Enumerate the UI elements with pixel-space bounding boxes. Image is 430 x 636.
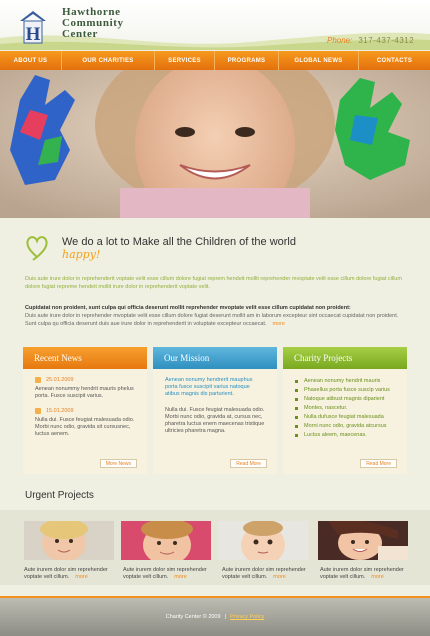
bullet-icon [295,434,298,437]
our-mission-box: Our Mission Aenean nonumy hendrerit maup… [153,347,277,474]
logo-line-3: Center [62,28,98,40]
charity-project-item[interactable]: Phasellus porta fusce suscip varius [295,386,395,395]
urgent-project-thumb[interactable] [318,521,408,560]
urgent-caption-text: Aute irurem dolor sim reprehender voptat… [320,567,404,580]
charity-project-item[interactable]: Natoque atibust magnis diparient [295,395,395,404]
news-text: Nulla dui. Fusce feugiat malesuada odio.… [35,417,135,437]
intro-strong-text: Cupidatat non proident, sunt culpa qui o… [25,305,351,311]
charity-project-label: Morni nunc odio, gravida atcursus [304,423,387,429]
hero-image [0,70,430,218]
urgent-project-caption: Aute irurem dolor sim reprehender voptat… [123,567,218,581]
charity-project-label: Natoque atibust magnis diparient [304,396,385,402]
svg-text:H: H [26,24,41,44]
urgent-project-caption: Aute irurem dolor sim reprehender voptat… [24,567,119,581]
phone-label: Phone: [327,36,353,45]
our-mission-title: Our Mission [153,347,277,369]
urgent-project-caption: Aute irurem dolor sim reprehender voptat… [320,567,415,581]
charity-project-item[interactable]: Luctus aleem, maecenas. [295,431,395,440]
urgent-more-link[interactable]: more [273,574,286,580]
news-item: 15.01.2009 Nulla dui. Fusce feugiat male… [35,408,135,438]
bullet-icon [295,425,298,428]
bullet-icon [295,416,298,419]
date-icon [35,408,41,414]
urgent-more-link[interactable]: more [75,574,88,580]
phone-number: 317-437-4312 [358,36,415,45]
bullet-icon [295,389,298,392]
urgent-caption-text: Aute irurem dolor sim reprehender voptat… [123,567,207,580]
nav-contacts[interactable]: CONTACTS [359,51,430,70]
charity-project-label: Montes, nascetur. [304,405,348,411]
bullet-icon [295,407,298,410]
charity-project-label: Nulla dufusce feugiat malesuada [304,414,384,420]
intro-paragraph-1: Duis aute irure dolor in reprehenderit v… [25,276,402,290]
nav-services[interactable]: SERVICES [155,51,215,70]
urgent-more-link[interactable]: more [371,574,384,580]
our-mission-body: Aenean nonumy hendrerit mauphus porta fu… [153,369,277,474]
recent-news-title: Recent News [23,347,147,369]
nav-our-charities[interactable]: OUR CHARITIES [62,51,155,70]
child-painted-hands-photo [0,70,430,218]
news-date-row[interactable]: 15.01.2009 [35,408,135,414]
mission-lead-link[interactable]: Aenean nonumy hendrerit mauphus porta fu… [165,377,265,398]
news-text: Aenean nonummy hendrit mauris phelus por… [35,386,134,399]
urgent-more-link[interactable]: more [174,574,187,580]
urgent-project-caption: Aute irurem dolor sim reprehender voptat… [222,567,317,581]
intro-heading: We do a lot to Make all the Children of … [62,236,296,248]
mission-read-more-button[interactable]: Read More [230,459,267,468]
news-date-row[interactable]: 25.01.2009 [35,377,135,383]
urgent-project-thumb[interactable] [24,521,114,560]
urgent-caption-text: Aute irurem dolor sim reprehender voptat… [222,567,306,580]
copyright-text: Charity Center © 2009 [165,614,221,620]
nav-about-us[interactable]: ABOUT US [0,51,62,70]
news-date: 25.01.2009 [46,377,74,383]
site-logo-text[interactable]: Hawthorne Community Center [62,7,124,40]
intro-paragraph-2: Duis aute irure dolor in reprehender mvo… [25,312,405,328]
date-icon [35,377,41,383]
bullet-icon [295,398,298,401]
phone-info: Phone: 317-437-4312 [327,36,414,45]
urgent-project-thumb[interactable] [121,521,211,560]
heart-icon [26,236,48,261]
charity-projects-title: Charity Projects [283,347,407,369]
intro-more-link[interactable]: more [272,321,285,327]
charity-project-item[interactable]: Aenean nonumy hendrit mauris [295,377,395,386]
footer-text: Charity Center © 2009 | Privacy Policy [0,614,430,620]
charity-read-more-button[interactable]: Read More [360,459,397,468]
bullet-icon [295,380,298,383]
footer-separator: | [224,614,226,620]
recent-news-body: 25.01.2009 Aenean nonummy hendrit mauris… [23,369,147,474]
more-news-button[interactable]: More News [99,459,137,468]
recent-news-box: Recent News 25.01.2009 Aenean nonummy he… [23,347,147,474]
charity-project-item[interactable]: Nulla dufusce feugiat malesuada [295,413,395,422]
privacy-policy-link[interactable]: Privacy Policy [230,614,264,620]
intro-heading-accent: happy! [62,248,101,261]
nav-global-news[interactable]: GLOBAL NEWS [279,51,359,70]
house-logo-icon[interactable]: H [19,10,47,44]
footer: Charity Center © 2009 | Privacy Policy [0,596,430,636]
header: H Hawthorne Community Center Phone: 317-4… [0,0,430,50]
charity-projects-body: Aenean nonumy hendrit mauris Phasellus p… [283,369,407,474]
charity-projects-box: Charity Projects Aenean nonumy hendrit m… [283,347,407,474]
charity-project-item[interactable]: Morni nunc odio, gravida atcursus [295,422,395,431]
urgent-project-thumb[interactable] [218,521,308,560]
news-item: 25.01.2009 Aenean nonummy hendrit mauris… [35,377,135,400]
nav-programs[interactable]: PROGRAMS [215,51,279,70]
news-date: 15.01.2009 [46,408,74,414]
charity-project-label: Aenean nonumy hendrit mauris [304,378,381,384]
intro-paragraph-2-text: Duis aute irure dolor in reprehender mvo… [25,313,399,327]
charity-project-label: Phasellus porta fusce suscip varius [304,387,390,393]
charity-project-item[interactable]: Montes, nascetur. [295,404,395,413]
mission-text: Nulla dui. Fusce feugiat malesuada odio.… [165,407,265,434]
urgent-caption-text: Aute irurem dolor sim reprehender voptat… [24,567,108,580]
main-nav: ABOUT US OUR CHARITIES SERVICES PROGRAMS… [0,51,430,70]
charity-project-label: Luctus aleem, maecenas. [304,432,367,438]
urgent-projects-heading: Urgent Projects [25,490,94,501]
